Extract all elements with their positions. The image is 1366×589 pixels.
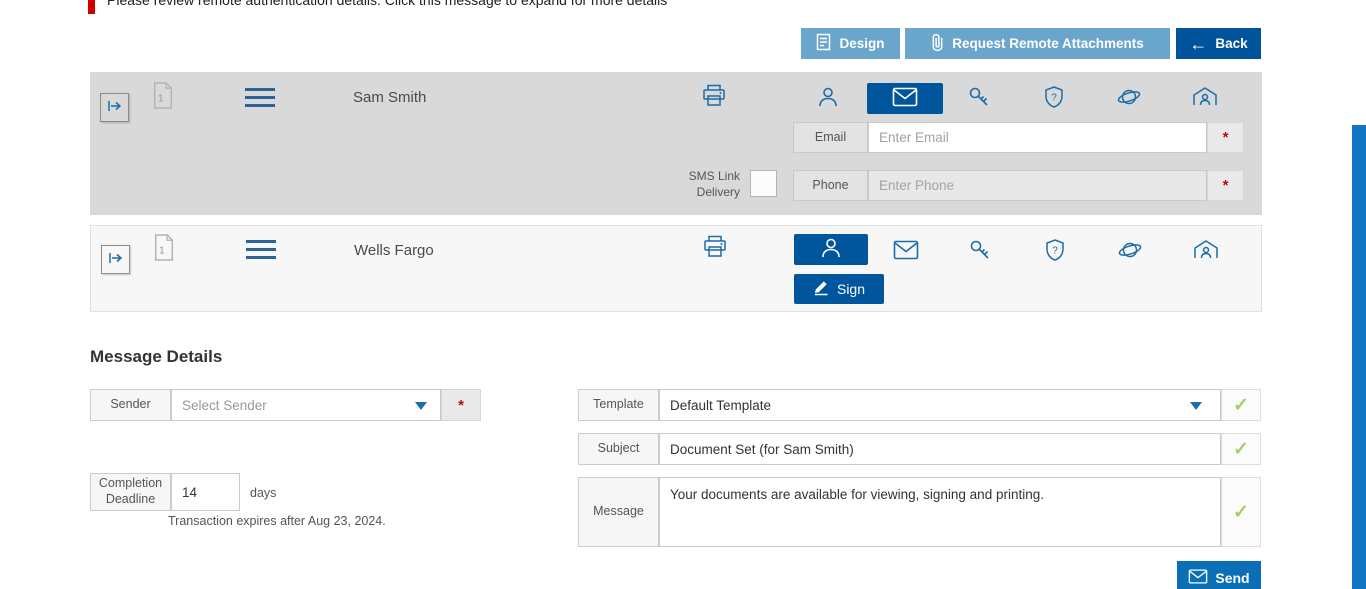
back-button[interactable]: ← Back	[1176, 28, 1261, 59]
document-count-icon: 1	[152, 82, 174, 114]
sms-link-delivery-label: SMS Link Delivery	[688, 169, 740, 200]
key-icon	[967, 85, 991, 112]
user-icon	[816, 85, 840, 112]
email-required-indicator: *	[1207, 122, 1244, 153]
question-shield-icon: ?	[1042, 85, 1066, 112]
phone-required-indicator: *	[1207, 170, 1244, 201]
user-icon	[819, 236, 843, 263]
subject-input[interactable]	[659, 433, 1221, 465]
paperclip-icon	[931, 33, 944, 55]
request-remote-attachments-label: Request Remote Attachments	[952, 36, 1144, 51]
printer-icon	[701, 83, 727, 111]
email-delivery-button-selected[interactable]	[867, 83, 943, 114]
email-field-label: Email	[793, 122, 868, 153]
print-delivery-button[interactable]	[701, 84, 727, 110]
template-field-label: Template	[578, 389, 659, 421]
in-person-signing-button[interactable]	[815, 85, 841, 111]
message-details-heading: Message Details	[90, 347, 223, 366]
days-suffix-label: days	[250, 486, 277, 500]
send-button-label: Send	[1215, 570, 1250, 586]
phone-input[interactable]	[868, 170, 1207, 201]
svg-text:?: ?	[1052, 245, 1058, 256]
challenge-question-auth-button[interactable]: ?	[1041, 85, 1067, 111]
svg-text:?: ?	[1051, 92, 1057, 103]
sender-field-label: Sender	[90, 389, 171, 421]
remote-online-auth-button[interactable]	[1116, 85, 1142, 111]
drag-handle-icon[interactable]	[246, 240, 276, 259]
send-documents-screen: Please review remote authentication deta…	[0, 0, 1366, 589]
message-field-label: Message	[578, 477, 659, 547]
envelope-icon	[893, 240, 919, 263]
remote-in-person-button[interactable]	[1192, 85, 1218, 111]
signing-order-button[interactable]	[101, 245, 130, 274]
printer-icon	[702, 234, 728, 262]
drag-handle-icon[interactable]	[245, 88, 275, 107]
back-button-label: Back	[1215, 36, 1248, 51]
template-select[interactable]: Default Template	[659, 389, 1221, 421]
signing-order-button[interactable]	[100, 93, 129, 122]
message-valid-indicator: ✓	[1221, 477, 1261, 547]
design-button-label: Design	[839, 36, 885, 51]
sign-button-label: Sign	[836, 281, 866, 297]
sender-required-indicator: *	[441, 389, 481, 421]
email-delivery-button[interactable]	[893, 238, 919, 264]
globe-orbit-icon	[1116, 85, 1142, 112]
vertical-scrollbar[interactable]	[1352, 125, 1366, 589]
svg-text:1: 1	[158, 94, 164, 105]
document-count-icon: 1	[153, 234, 175, 266]
recipient-row-wells-fargo: 1 Wells Fargo ? Sign	[90, 225, 1262, 312]
print-delivery-button[interactable]	[702, 235, 728, 261]
completion-deadline-input[interactable]	[171, 473, 240, 511]
authentication-notice-banner[interactable]: Please review remote authentication deta…	[88, 0, 1260, 14]
remote-online-auth-button[interactable]	[1117, 238, 1143, 264]
template-valid-indicator: ✓	[1221, 389, 1261, 421]
chevron-down-icon	[415, 402, 427, 410]
recipient-name: Sam Smith	[353, 89, 427, 106]
message-textarea[interactable]: Your documents are available for viewing…	[659, 477, 1221, 547]
recipient-row-sam-smith: 1 Sam Smith ? Email Enter Email * SMS Li…	[90, 72, 1262, 215]
subject-field-label: Subject	[578, 433, 659, 465]
expiry-note: Transaction expires after Aug 23, 2024.	[168, 514, 386, 528]
completion-deadline-label: Completion Deadline	[90, 473, 171, 511]
svg-text:1: 1	[159, 246, 165, 257]
question-shield-icon: ?	[1043, 238, 1067, 265]
globe-orbit-icon	[1117, 238, 1143, 265]
challenge-question-auth-button[interactable]: ?	[1042, 238, 1068, 264]
template-select-value: Default Template	[670, 397, 772, 413]
chevron-down-icon	[1190, 402, 1202, 410]
remote-in-person-button[interactable]	[1193, 238, 1219, 264]
back-arrow-icon: ←	[1189, 33, 1208, 54]
password-auth-button[interactable]	[967, 238, 993, 264]
house-person-icon	[1192, 85, 1218, 112]
key-icon	[968, 238, 992, 265]
signing-order-arrow-icon	[107, 99, 123, 116]
envelope-icon	[892, 87, 918, 110]
authentication-notice-text: Please review remote authentication deta…	[107, 0, 668, 8]
password-auth-button[interactable]	[966, 85, 992, 111]
sender-select[interactable]: Select Sender	[171, 389, 441, 421]
request-remote-attachments-button[interactable]: Request Remote Attachments	[905, 28, 1170, 59]
design-document-icon	[816, 33, 831, 54]
sign-button[interactable]: Sign	[794, 274, 884, 304]
recipient-name: Wells Fargo	[354, 242, 434, 259]
sms-link-delivery-checkbox[interactable]	[750, 170, 777, 197]
phone-field-label: Phone	[793, 170, 868, 201]
send-envelope-icon	[1188, 569, 1208, 587]
signing-order-arrow-icon	[108, 251, 124, 268]
house-person-icon	[1193, 238, 1219, 265]
pen-icon	[813, 280, 829, 299]
email-input[interactable]	[868, 122, 1207, 153]
sender-select-value: Select Sender	[182, 397, 267, 413]
design-button[interactable]: Design	[801, 28, 900, 59]
subject-valid-indicator: ✓	[1221, 433, 1261, 465]
in-person-signing-button-selected[interactable]	[794, 234, 868, 265]
send-button[interactable]: Send	[1177, 561, 1261, 589]
